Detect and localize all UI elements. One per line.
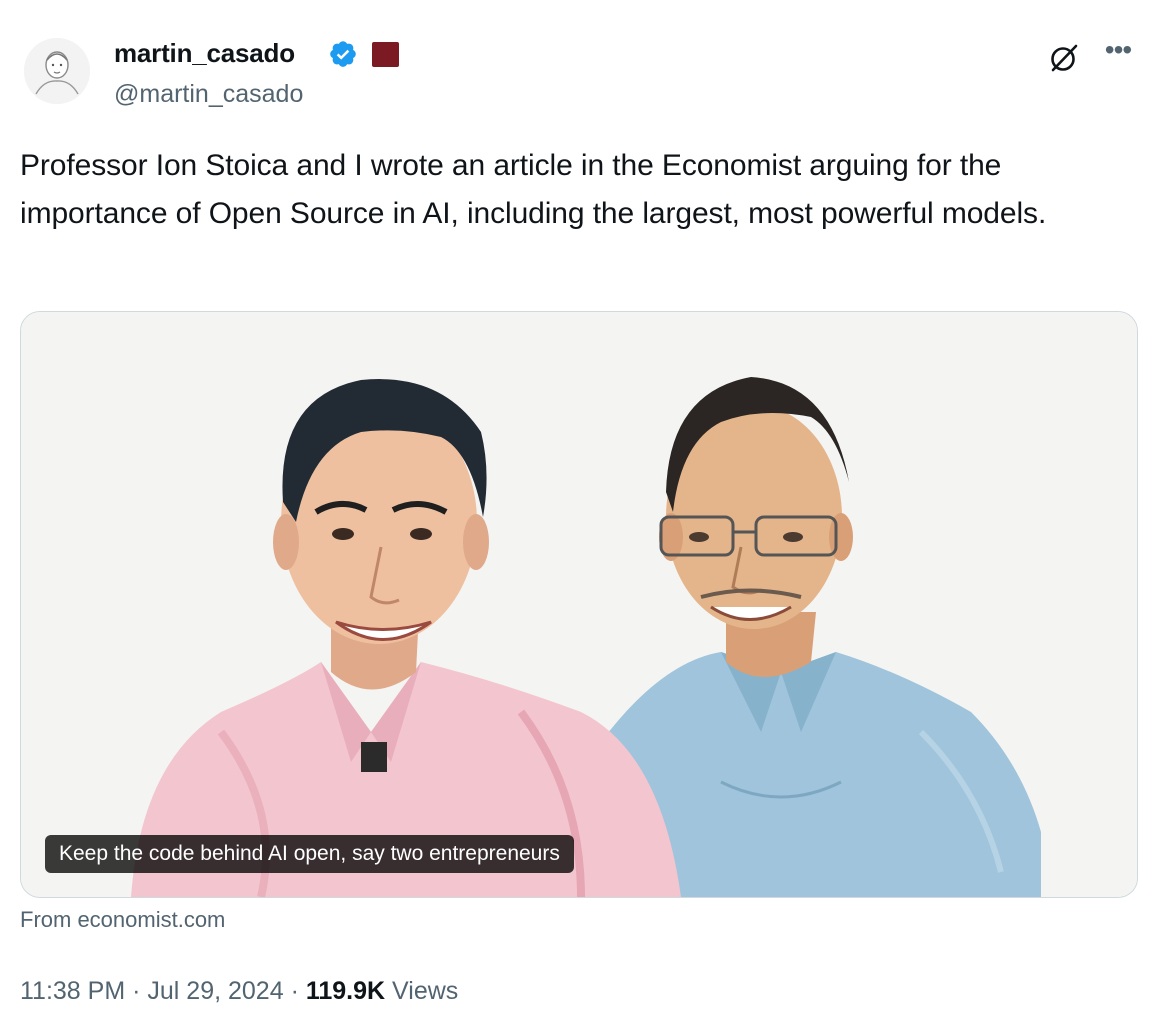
affiliate-badge-logo[interactable] — [372, 42, 399, 67]
more-options-icon[interactable]: ••• — [1100, 36, 1136, 70]
author-display-name[interactable]: martin_casado — [114, 36, 295, 70]
avatar[interactable] — [24, 38, 90, 104]
grok-icon[interactable] — [1046, 40, 1082, 76]
link-card[interactable]: Keep the code behind AI open, say two en… — [20, 311, 1138, 898]
tweet-time[interactable]: 11:38 PM — [20, 977, 125, 1005]
meta-separator: · — [290, 977, 299, 1005]
views-label: Views — [392, 977, 459, 1005]
avatar-sketch — [24, 38, 90, 104]
author-handle[interactable]: @martin_casado — [114, 78, 303, 110]
verified-checkmark-icon[interactable] — [328, 39, 358, 69]
card-caption: Keep the code behind AI open, say two en… — [45, 835, 574, 873]
views-count: 119.9K — [305, 977, 386, 1005]
tweet-text: Professor Ion Stoica and I wrote an arti… — [20, 149, 1047, 230]
meta-separator: · — [132, 977, 141, 1005]
tweet-meta: 11:38 PM · Jul 29, 2024 · 119.9K Views — [20, 974, 458, 1008]
card-source-link[interactable]: From economist.com — [20, 906, 225, 934]
article-illustration — [21, 312, 1137, 897]
tweet-date[interactable]: Jul 29, 2024 — [147, 977, 283, 1005]
